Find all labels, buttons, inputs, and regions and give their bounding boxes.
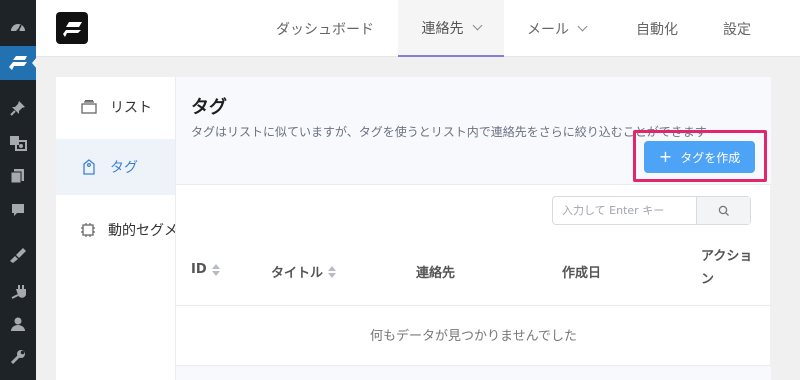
comments-icon[interactable] — [7, 199, 29, 221]
chip-icon — [80, 221, 96, 239]
nav-dashboard-label: ダッシュボード — [276, 21, 374, 38]
fluentcrm-icon[interactable] — [7, 52, 29, 74]
sort-icon — [211, 263, 220, 276]
column-header-contacts-label: 連絡先 — [416, 266, 456, 281]
table-header-divider — [176, 305, 771, 306]
table-footer — [176, 365, 771, 380]
search-icon — [718, 205, 729, 216]
column-header-title-label: タイトル — [271, 266, 324, 281]
nav-contacts-label: 連絡先 — [421, 20, 464, 37]
page-description: タグはリストに似ていますが、タグを使うとリスト内で連絡先をさらに絞り込むことがで… — [191, 125, 707, 139]
wp-active-arrow — [32, 57, 37, 69]
column-header-id-label: ID — [191, 262, 207, 277]
sidebar-item-tags-label: タグ — [110, 160, 138, 176]
segments-sidebar: リスト タグ 動的セグメント — [56, 77, 206, 380]
column-header-id[interactable]: ID — [191, 262, 220, 277]
dashboard-icon[interactable] — [7, 16, 29, 38]
column-header-actions: アクション — [701, 249, 753, 287]
list-icon — [80, 98, 98, 116]
plugins-icon[interactable] — [7, 280, 29, 302]
pin-icon[interactable] — [7, 97, 29, 119]
nav-automation-label: 自動化 — [636, 21, 678, 38]
media-icon[interactable] — [7, 132, 29, 154]
nav-contacts[interactable]: 連絡先 — [398, 0, 504, 57]
chevron-down-icon — [577, 21, 588, 32]
appearance-icon[interactable] — [7, 244, 29, 266]
nav-email-label: メール — [527, 21, 569, 38]
tools-icon[interactable] — [7, 346, 29, 368]
wp-admin-sidebar — [0, 0, 37, 380]
page-title: タグ — [191, 97, 227, 118]
nav-settings[interactable]: 設定 — [723, 0, 751, 57]
top-navbar: ダッシュボード 連絡先 メール 自動化 設定 — [36, 0, 800, 57]
column-header-created-label: 作成日 — [562, 266, 602, 281]
search-button[interactable] — [697, 197, 750, 224]
sidebar-item-tags[interactable]: タグ — [56, 139, 175, 195]
pages-icon[interactable] — [7, 165, 29, 187]
chevron-down-icon — [472, 20, 482, 31]
tags-panel: タグ タグはリストに似ていますが、タグを使うとリスト内で連絡先をさらに絞り込むこ… — [175, 77, 771, 380]
column-header-created: 作成日 — [562, 262, 601, 281]
sidebar-item-lists[interactable]: リスト — [56, 79, 175, 135]
nav-settings-label: 設定 — [723, 21, 751, 38]
plus-icon: + — [658, 147, 673, 166]
sidebar-item-lists-label: リスト — [110, 100, 152, 116]
panel-header: タグ タグはリストに似ていますが、タグを使うとリスト内で連絡先をさらに絞り込むこ… — [176, 77, 771, 185]
create-tag-button-label: タグを作成 — [680, 150, 741, 165]
column-header-title[interactable]: タイトル — [271, 262, 337, 281]
column-header-contacts: 連絡先 — [416, 262, 455, 281]
users-icon[interactable] — [7, 313, 29, 335]
fluentcrm-logo[interactable] — [56, 12, 88, 44]
nav-email[interactable]: メール — [527, 0, 588, 57]
empty-state-text: 何もデータが見つかりませんでした — [370, 329, 577, 344]
tag-icon — [80, 158, 98, 176]
nav-dashboard[interactable]: ダッシュボード — [276, 0, 374, 57]
search-box — [552, 196, 751, 225]
create-tag-button[interactable]: + タグを作成 — [644, 141, 755, 173]
sort-icon — [328, 265, 337, 278]
sidebar-item-dynamic-segments[interactable]: 動的セグメント — [56, 202, 206, 258]
nav-automation[interactable]: 自動化 — [636, 0, 678, 57]
search-input[interactable] — [553, 197, 697, 224]
